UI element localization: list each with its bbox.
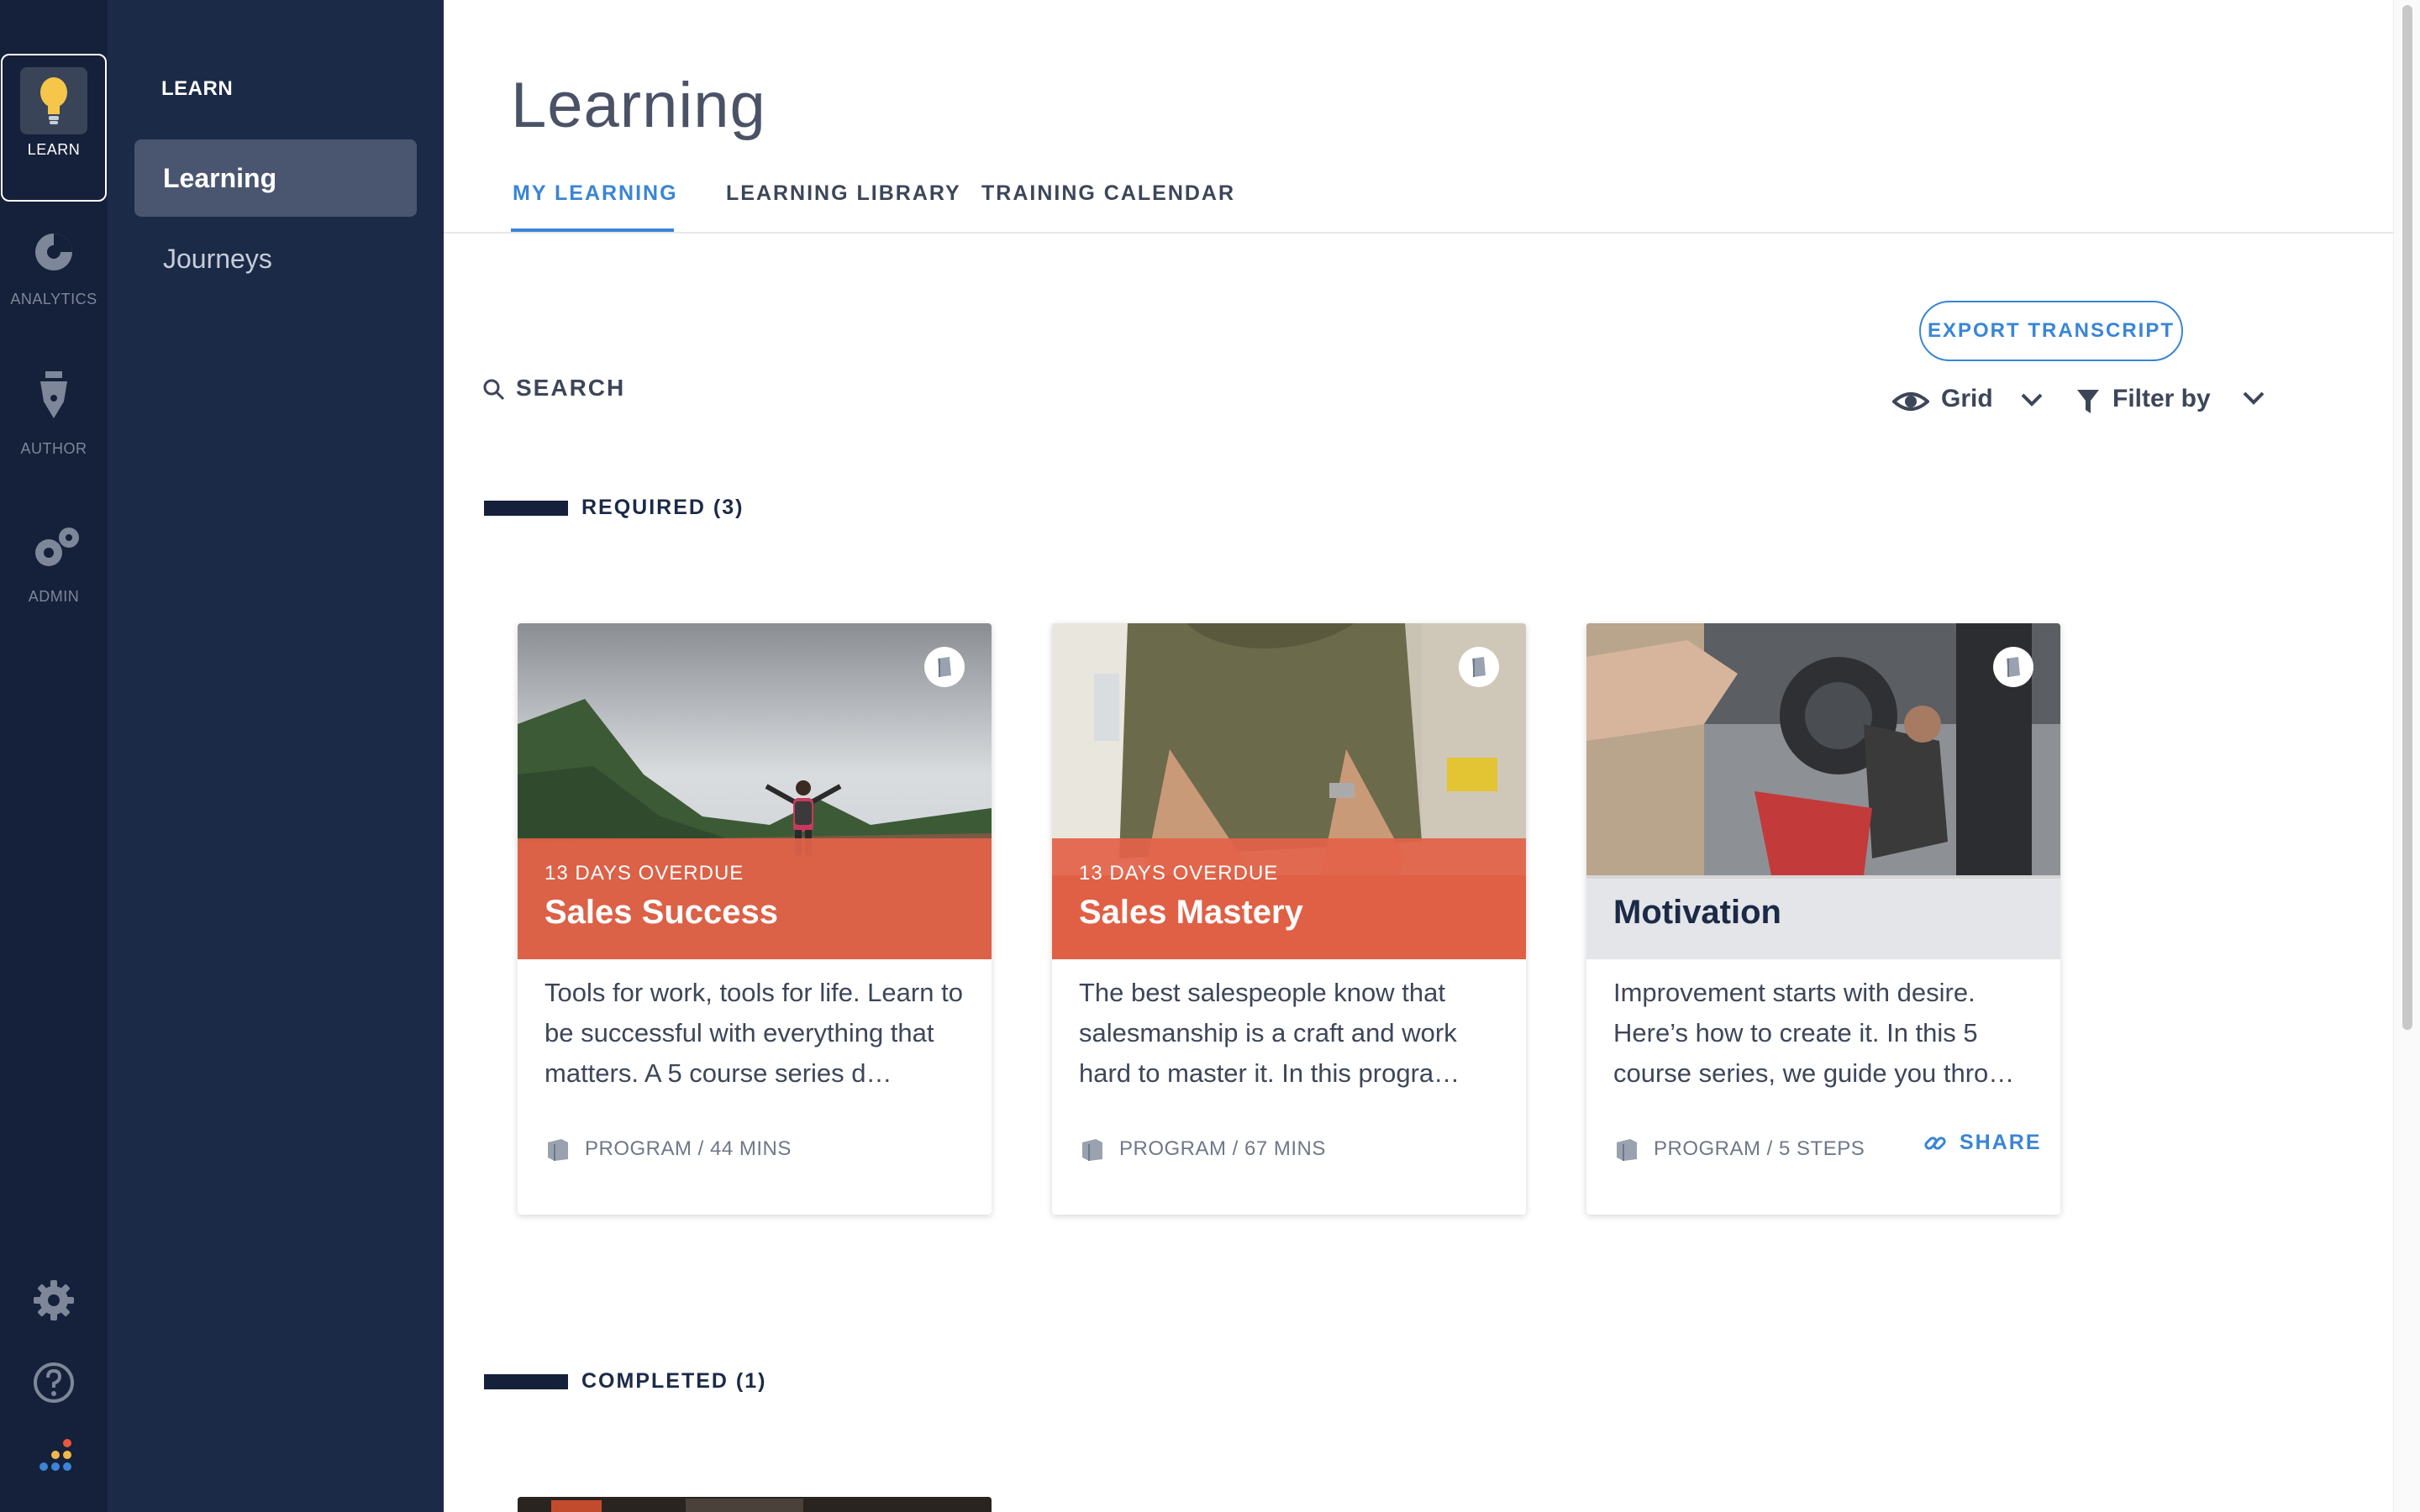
subnav-item-journeys[interactable]: Journeys: [134, 220, 417, 297]
course-meta-label: PROGRAM / 5 STEPS: [1654, 1137, 1865, 1160]
pen-icon: [27, 368, 81, 428]
subnav-item-learning[interactable]: Learning: [134, 139, 417, 217]
view-toggle[interactable]: Grid: [1892, 383, 2052, 420]
learn-subnav: LEARN Learning Journeys: [108, 0, 444, 1512]
course-description: Improvement starts with desire. Here’s h…: [1613, 978, 2015, 1088]
rail-label: ADMIN: [28, 588, 80, 605]
section-marker: [484, 501, 568, 516]
main-content: Learning MY LEARNING LEARNING LIBRARY TR…: [444, 0, 2393, 1512]
gears-icon: [27, 521, 81, 581]
settings-icon[interactable]: [30, 1277, 77, 1324]
section-marker: [484, 1374, 568, 1389]
export-transcript-button[interactable]: EXPORT TRANSCRIPT: [1919, 301, 2183, 361]
analytics-icon: [27, 225, 81, 286]
book-badge-icon: [1459, 647, 1499, 687]
lightbulb-icon: [20, 67, 87, 134]
course-title: Motivation: [1613, 894, 1781, 931]
rail-item-author[interactable]: AUTHOR: [0, 354, 108, 502]
filter-dropdown[interactable]: Filter by: [2075, 383, 2277, 420]
tab-my-learning[interactable]: MY LEARNING: [511, 168, 676, 232]
view-label: Grid: [1941, 385, 1993, 412]
app-rail: LEARN ANALYTICS AUTHOR ADMIN: [0, 0, 108, 1512]
program-book-icon: [1617, 1139, 1637, 1161]
course-card-motivation[interactable]: Motivation Improvement starts with desir…: [1586, 623, 2060, 1215]
course-meta-label: PROGRAM / 44 MINS: [585, 1137, 792, 1160]
course-title: Sales Mastery: [1079, 894, 1303, 931]
tab-training-calendar[interactable]: TRAINING CALENDAR: [981, 168, 1235, 232]
rail-item-analytics[interactable]: ANALYTICS: [0, 205, 108, 353]
rail-label: LEARN: [27, 141, 81, 158]
filter-label: Filter by: [2112, 385, 2211, 412]
course-title: Sales Success: [544, 894, 778, 931]
book-badge-icon: [924, 647, 965, 687]
course-description: Tools for work, tools for life. Learn to…: [544, 978, 963, 1088]
overdue-label: 13 DAYS OVERDUE: [544, 862, 744, 885]
course-description: The best salespeople know that salesmans…: [1079, 978, 1460, 1088]
tabs-divider: [444, 232, 2393, 234]
subnav-section-title: LEARN: [161, 77, 234, 100]
page-title: Learning: [511, 70, 766, 141]
overdue-label: 13 DAYS OVERDUE: [1079, 862, 1279, 885]
help-icon[interactable]: [30, 1359, 77, 1406]
tab-learning-library[interactable]: LEARNING LIBRARY: [726, 168, 961, 232]
link-icon: [1924, 1137, 1946, 1150]
app-logo-icon: [30, 1438, 77, 1485]
course-meta-label: PROGRAM / 67 MINS: [1119, 1137, 1326, 1160]
filter-icon: [2077, 390, 2099, 413]
search-label: SEARCH: [516, 375, 626, 401]
section-label: COMPLETED (1): [581, 1369, 767, 1393]
program-book-icon: [1082, 1139, 1102, 1161]
scrollbar-thumb[interactable]: [2402, 5, 2412, 1030]
share-label: SHARE: [1960, 1131, 2042, 1154]
rail-item-admin[interactable]: ADMIN: [0, 504, 108, 652]
rail-label: ANALYTICS: [10, 291, 97, 307]
eye-icon: [1892, 392, 1929, 411]
program-book-icon: [548, 1139, 568, 1161]
course-card-sales-success[interactable]: 13 DAYS OVERDUE Sales Success Tools for …: [518, 623, 992, 1215]
completed-course-card[interactable]: [518, 1497, 992, 1512]
chevron-down-icon: [2243, 391, 2265, 405]
chevron-down-icon: [2021, 393, 2043, 407]
search-icon: [483, 379, 505, 401]
rail-item-learn[interactable]: LEARN: [1, 54, 107, 202]
book-badge-icon: [1993, 647, 2033, 687]
page-scrollbar[interactable]: [2393, 0, 2420, 1512]
rail-label: AUTHOR: [20, 440, 87, 457]
course-card-sales-mastery[interactable]: 13 DAYS OVERDUE Sales Mastery The best s…: [1052, 623, 1526, 1215]
section-label: REQUIRED (3): [581, 496, 744, 519]
course-image-partial: [518, 1497, 992, 1512]
